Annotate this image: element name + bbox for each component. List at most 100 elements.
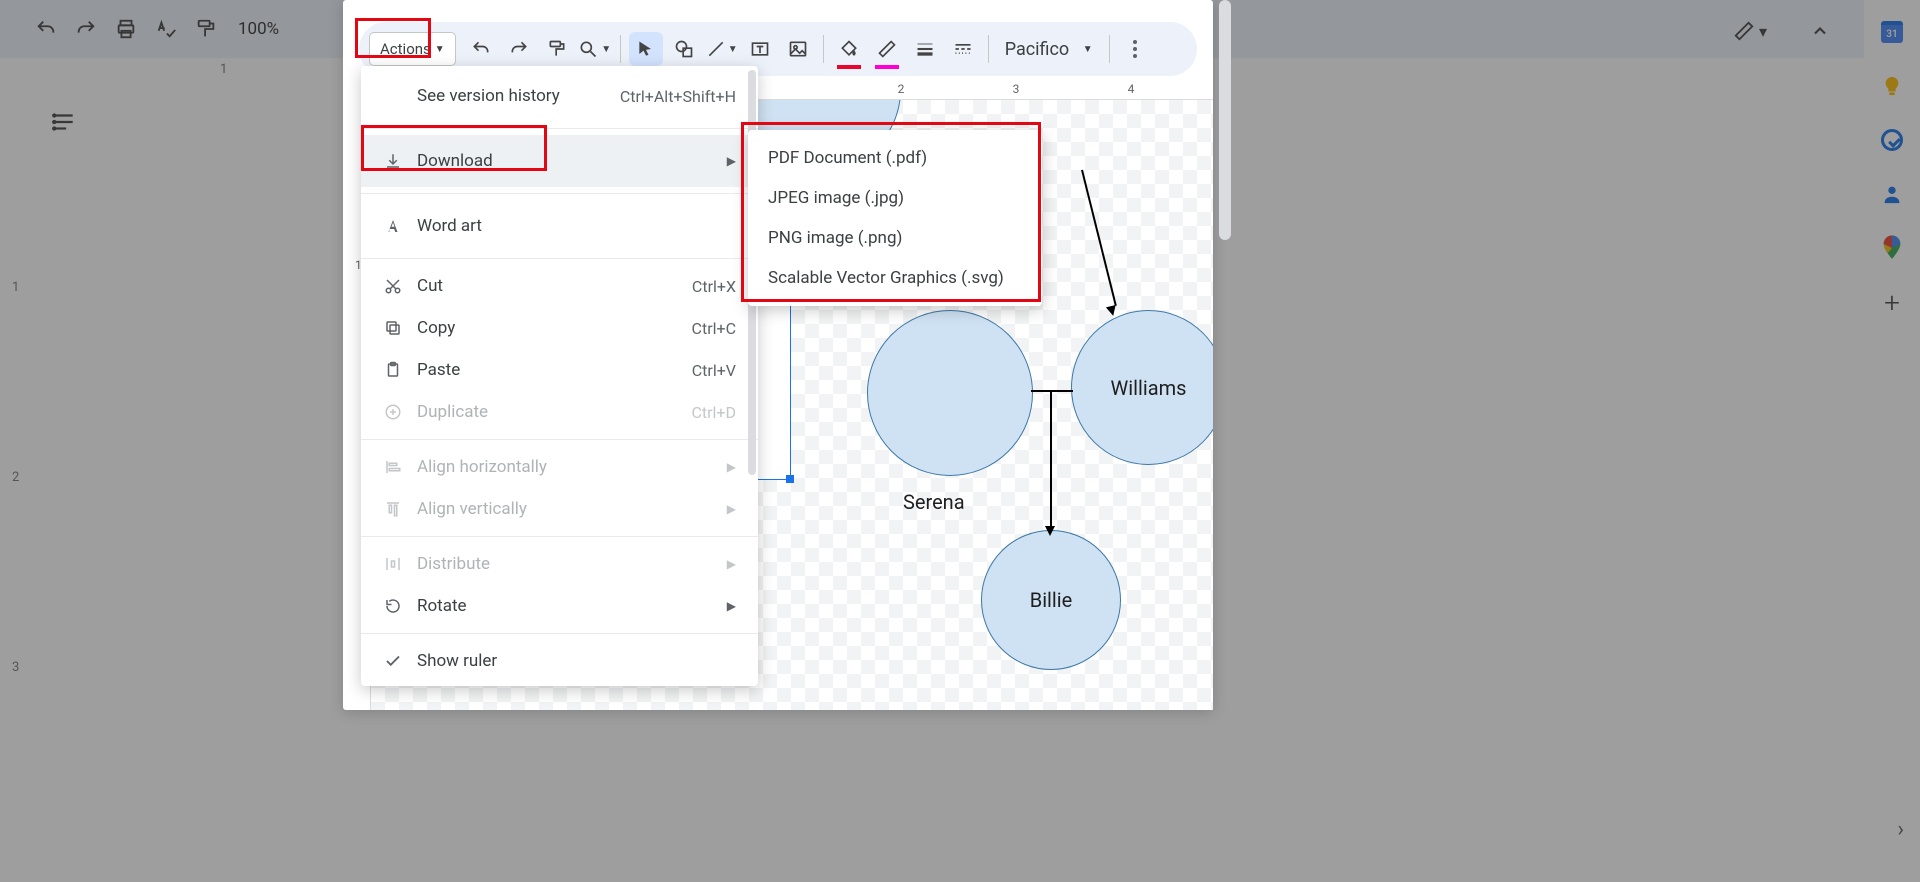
undo-button[interactable]	[464, 32, 498, 66]
word-art-icon	[383, 216, 403, 236]
menu-item-version-history[interactable]: See version history Ctrl+Alt+Shift+H	[361, 70, 758, 122]
paint-format-icon[interactable]	[194, 17, 218, 41]
collapse-toolbar-button[interactable]	[1798, 14, 1842, 48]
border-dash-button[interactable]	[946, 32, 980, 66]
zoom-button[interactable]: ▼	[578, 32, 612, 66]
submenu-label: PNG image (.png)	[768, 228, 902, 248]
keep-icon[interactable]	[1880, 74, 1904, 98]
menu-item-show-ruler[interactable]: Show ruler	[361, 640, 758, 682]
kebab-icon	[1133, 40, 1137, 58]
expand-side-panel-icon[interactable]: ›	[1897, 817, 1904, 842]
font-picker[interactable]: Pacifico ▼	[997, 32, 1101, 66]
submenu-label: JPEG image (.jpg)	[768, 188, 904, 208]
menu-item-distribute: Distribute ▶	[361, 543, 758, 585]
menu-item-duplicate: Duplicate Ctrl+D	[361, 391, 758, 433]
add-on-plus-icon[interactable]: +	[1880, 290, 1904, 314]
line-tool-button[interactable]: ▼	[705, 32, 739, 66]
check-icon	[383, 651, 403, 671]
menu-label: Copy	[417, 318, 678, 338]
document-outline-icon[interactable]	[50, 108, 78, 136]
calendar-icon[interactable]: 31	[1880, 20, 1904, 44]
chevron-down-icon: ▼	[1083, 44, 1093, 55]
redo-button[interactable]	[502, 32, 536, 66]
menu-label: Distribute	[417, 554, 713, 574]
download-icon	[383, 151, 403, 171]
submenu-arrow-icon: ▶	[727, 154, 736, 168]
menu-item-paste[interactable]: Paste Ctrl+V	[361, 349, 758, 391]
menu-label: Align horizontally	[417, 457, 713, 477]
actions-label: Actions	[380, 40, 431, 58]
menu-label: Download	[417, 151, 713, 171]
menu-item-download[interactable]: Download ▶	[361, 135, 758, 187]
more-options-button[interactable]	[1118, 32, 1152, 66]
shape-circle-serena[interactable]	[867, 310, 1033, 476]
actions-button[interactable]: Actions ▼	[369, 32, 456, 66]
connector-arrow[interactable]	[1050, 390, 1052, 530]
duplicate-icon	[383, 402, 403, 422]
ruler-mark: 1	[220, 62, 227, 77]
submenu-item-pdf[interactable]: PDF Document (.pdf)	[748, 138, 1042, 178]
font-name-label: Pacifico	[1005, 39, 1070, 60]
shape-tool-button[interactable]	[667, 32, 701, 66]
copy-icon	[383, 318, 403, 338]
submenu-item-svg[interactable]: Scalable Vector Graphics (.svg)	[748, 258, 1042, 298]
submenu-arrow-icon: ▶	[727, 599, 736, 613]
chevron-down-icon: ▼	[435, 44, 445, 55]
distribute-icon	[383, 554, 403, 574]
menu-shortcut: Ctrl+D	[691, 403, 736, 422]
image-tool-button[interactable]	[781, 32, 815, 66]
ruler-mark: 3	[12, 660, 19, 675]
paste-icon	[383, 360, 403, 380]
submenu-arrow-icon: ▶	[727, 502, 736, 516]
paint-format-button[interactable]	[540, 32, 574, 66]
menu-shortcut: Ctrl+C	[692, 319, 736, 338]
ruler-num: 3	[1013, 82, 1020, 96]
menu-item-word-art[interactable]: Word art	[361, 200, 758, 252]
ruler-mark: 1	[12, 280, 19, 295]
connector-line[interactable]	[1031, 390, 1073, 392]
shape-circle-billie[interactable]: Billie	[981, 530, 1121, 670]
undo-icon[interactable]	[34, 17, 58, 41]
spellcheck-icon[interactable]	[154, 17, 178, 41]
menu-item-cut[interactable]: Cut Ctrl+X	[361, 265, 758, 307]
menu-label: Cut	[417, 276, 678, 296]
select-tool-button[interactable]	[629, 32, 663, 66]
fill-color-button[interactable]	[832, 32, 866, 66]
menu-label: Word art	[417, 216, 736, 236]
arrowhead-icon	[1045, 526, 1055, 536]
zoom-level[interactable]: 100%	[238, 19, 279, 39]
align-horizontal-icon	[383, 457, 403, 477]
redo-icon[interactable]	[74, 17, 98, 41]
print-icon[interactable]	[114, 17, 138, 41]
tasks-icon[interactable]	[1880, 128, 1904, 152]
cut-icon	[383, 276, 403, 296]
align-vertical-icon	[383, 499, 403, 519]
menu-item-rotate[interactable]: Rotate ▶	[361, 585, 758, 627]
textbox-tool-button[interactable]	[743, 32, 777, 66]
menu-item-align-vertical: Align vertically ▶	[361, 488, 758, 530]
menu-label: Duplicate	[417, 402, 677, 422]
top-right-controls: ▾	[1728, 14, 1842, 48]
submenu-item-jpeg[interactable]: JPEG image (.jpg)	[748, 178, 1042, 218]
menu-item-copy[interactable]: Copy Ctrl+C	[361, 307, 758, 349]
menu-shortcut: Ctrl+X	[692, 277, 736, 296]
selection-handle[interactable]	[786, 475, 794, 483]
menu-label: Align vertically	[417, 499, 713, 519]
arrowhead-icon	[1106, 305, 1118, 317]
menu-label: Paste	[417, 360, 678, 380]
submenu-arrow-icon: ▶	[727, 460, 736, 474]
editing-mode-button[interactable]: ▾	[1728, 14, 1772, 48]
border-weight-button[interactable]	[908, 32, 942, 66]
maps-icon[interactable]	[1880, 236, 1904, 260]
menu-label: See version history	[417, 86, 606, 106]
submenu-arrow-icon: ▶	[727, 557, 736, 571]
submenu-label: PDF Document (.pdf)	[768, 148, 927, 168]
connector-arrow[interactable]	[1081, 170, 1116, 306]
williams-label: Williams	[1111, 376, 1187, 400]
menu-label: Show ruler	[417, 651, 736, 671]
canvas-scrollbar[interactable]	[1219, 0, 1231, 240]
border-color-button[interactable]	[870, 32, 904, 66]
submenu-item-png[interactable]: PNG image (.png)	[748, 218, 1042, 258]
contacts-icon[interactable]	[1880, 182, 1904, 206]
shape-circle-williams[interactable]: Williams	[1071, 310, 1213, 465]
